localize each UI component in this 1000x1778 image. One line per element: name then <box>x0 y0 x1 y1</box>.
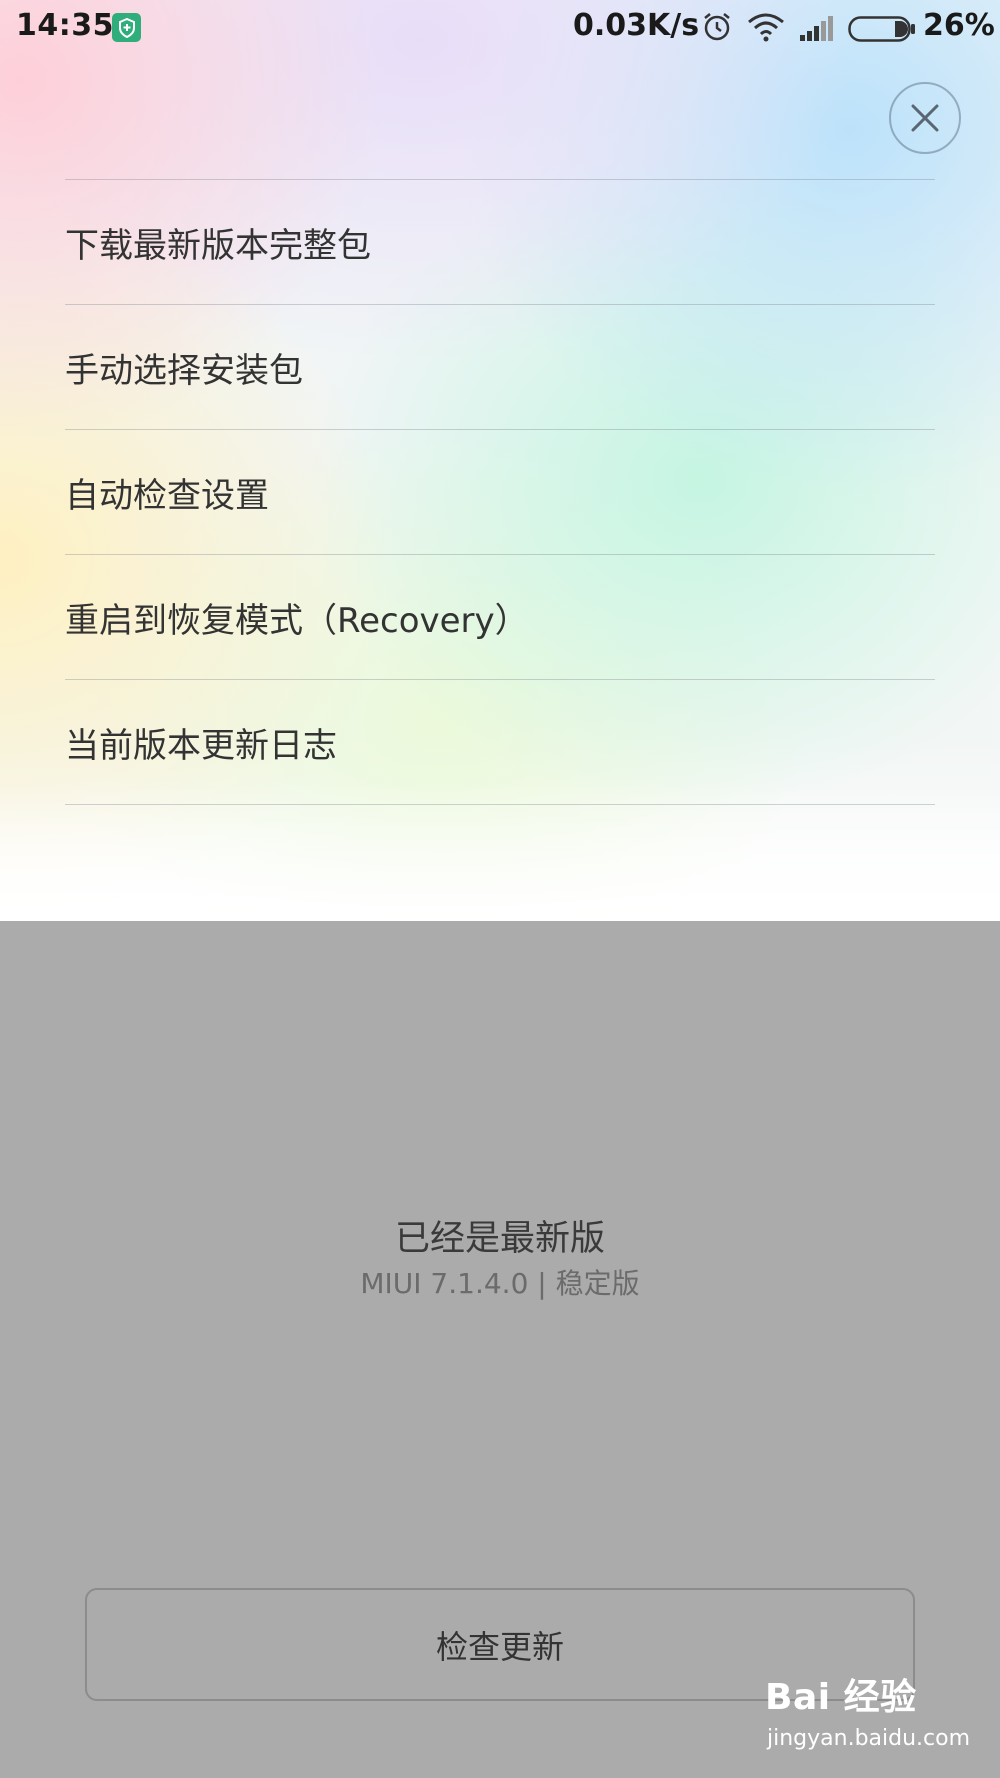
menu-item-reboot-to-recovery[interactable]: 重启到恢复模式（Recovery） <box>65 555 935 680</box>
version-label: MIUI 7.1.4.0 | 稳定版 <box>360 1267 640 1300</box>
update-menu: 下载最新版本完整包 手动选择安装包 自动检查设置 重启到恢复模式（Recover… <box>65 179 935 805</box>
close-button[interactable] <box>889 82 961 154</box>
signal-icon <box>798 14 836 49</box>
network-speed: 0.03K/s <box>573 8 700 43</box>
menu-item-auto-check-settings[interactable]: 自动检查设置 <box>65 430 935 555</box>
status-bar: 14:35 0.03K/s 26% <box>0 0 1000 56</box>
update-status-title: 已经是最新版 <box>394 1219 605 1259</box>
wifi-icon <box>747 12 785 50</box>
status-time: 14:35 <box>16 8 114 43</box>
close-icon <box>911 104 939 132</box>
alarm-icon <box>700 10 734 52</box>
menu-item-changelog[interactable]: 当前版本更新日志 <box>65 680 935 805</box>
menu-item-choose-package-manually[interactable]: 手动选择安装包 <box>65 305 935 430</box>
shield-icon <box>112 13 141 42</box>
battery-percent: 26% <box>923 8 995 43</box>
watermark-url: jingyan.baidu.com <box>767 1726 971 1751</box>
baidu-jingyan-watermark: Bai 经验 jingyan.baidu.com <box>765 1668 995 1768</box>
battery-icon <box>848 15 916 50</box>
watermark-logo: Bai 经验 <box>765 1677 917 1718</box>
menu-item-download-full-package[interactable]: 下载最新版本完整包 <box>65 180 935 305</box>
